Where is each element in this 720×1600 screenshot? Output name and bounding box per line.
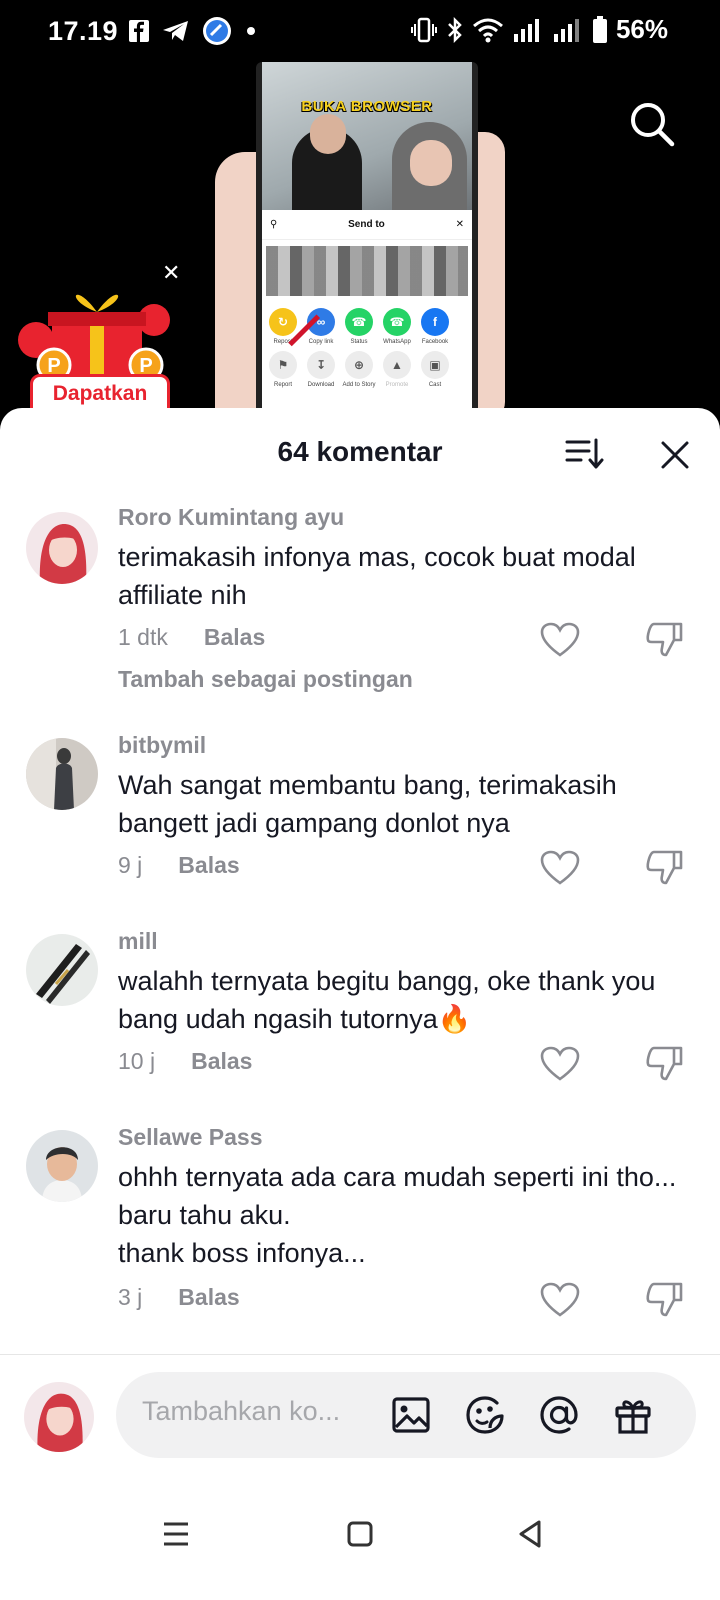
heart-icon[interactable] — [540, 850, 580, 886]
pixelated-contacts — [266, 246, 468, 296]
home-icon[interactable] — [342, 1516, 378, 1552]
comment-time: 9 j — [118, 852, 143, 878]
comment-time: 10 j — [118, 1048, 156, 1074]
comment-composer — [116, 1372, 696, 1458]
reply-button[interactable]: Balas — [204, 624, 265, 651]
video-player[interactable]: BUKA BROWSER ⚲ Send to ✕ ↻ Repost ∞ Copy l… — [0, 62, 720, 422]
sticker-icon[interactable] — [464, 1394, 506, 1436]
cast-icon: ▣ — [421, 351, 449, 379]
comment-username[interactable]: mill — [118, 928, 158, 955]
reply-button[interactable]: Balas — [191, 1048, 252, 1075]
status-bar: 17.19 56% — [0, 0, 720, 62]
status-time: 17.19 — [48, 16, 119, 46]
download-icon: ↧ — [307, 351, 335, 379]
back-icon[interactable] — [512, 1516, 548, 1552]
dislike-icon[interactable] — [644, 848, 684, 886]
signal-icon — [553, 18, 579, 42]
comments-sheet: 64 komentar Roro Kumintang ayu terimakas… — [0, 408, 720, 1600]
comment-time: 1 dtk — [118, 624, 168, 650]
reply-button[interactable]: Balas — [178, 852, 239, 879]
comment-count-title: 64 komentar — [277, 436, 443, 467]
my-avatar[interactable] — [24, 1382, 94, 1452]
facebook-icon: f — [421, 308, 449, 336]
facebook-icon — [129, 20, 149, 42]
telegram-icon — [163, 21, 188, 41]
comment-text: ohhh ternyata ada cara mudah seperti ini… — [118, 1162, 677, 1268]
comment-text: terimakasih infonya mas, cocok buat moda… — [118, 542, 636, 610]
close-icon[interactable] — [658, 438, 692, 472]
comment-input[interactable] — [142, 1396, 372, 1427]
comment-text: Wah sangat membantu bang, terimakasih ba… — [118, 770, 617, 838]
video-inner-title: BUKA BROWSER — [301, 98, 433, 115]
avatar[interactable] — [26, 934, 98, 1006]
sort-icon[interactable] — [564, 436, 604, 472]
share-sheet-preview: ⚲ Send to ✕ ↻ Repost ∞ Copy link ☎ Status ☎… — [262, 210, 472, 422]
vibrate-icon — [410, 17, 437, 42]
signal-icon — [513, 18, 539, 42]
heart-icon[interactable] — [540, 622, 580, 658]
divider — [0, 1354, 720, 1355]
comment-username[interactable]: Sellawe Pass — [118, 1124, 263, 1151]
recent-apps-icon[interactable] — [158, 1516, 194, 1552]
whatsapp-icon: ☎ — [383, 308, 411, 336]
app-icon — [203, 17, 231, 45]
mention-icon[interactable] — [538, 1394, 580, 1436]
bluetooth-icon — [448, 16, 462, 43]
avatar[interactable] — [26, 1130, 98, 1202]
flag-icon: ⚑ — [269, 351, 297, 379]
system-nav-bar — [0, 1496, 720, 1600]
image-icon[interactable] — [390, 1394, 432, 1436]
repost-icon: ↻ — [269, 308, 297, 336]
heart-icon[interactable] — [540, 1282, 580, 1318]
close-icon: ✕ — [455, 219, 464, 230]
gift-icon[interactable] — [612, 1394, 654, 1436]
comment-time: 3 j — [118, 1284, 143, 1310]
reply-button[interactable]: Balas — [178, 1284, 239, 1311]
comment-username[interactable]: Roro Kumintang ayu — [118, 504, 344, 531]
comment-username[interactable]: bitbymil — [118, 732, 206, 759]
phone-in-video: BUKA BROWSER ⚲ Send to ✕ ↻ Repost ∞ Copy l… — [256, 62, 478, 422]
avatar[interactable] — [26, 512, 98, 584]
wifi-icon — [472, 18, 503, 42]
dislike-icon[interactable] — [644, 1044, 684, 1082]
sheet-header: 64 komentar — [0, 408, 720, 504]
heart-icon[interactable] — [540, 1046, 580, 1082]
status-icon: ☎ — [345, 308, 373, 336]
comment-text: walahh ternyata begitu bangg, oke thank … — [118, 966, 656, 1034]
battery-icon — [592, 15, 607, 43]
share-sheet-title: Send to — [348, 219, 385, 230]
search-icon: ⚲ — [270, 219, 278, 230]
reward-promo[interactable]: P P Dapatkan Reward — [14, 280, 174, 422]
battery-percent: 56% — [615, 14, 668, 44]
add-story-icon: ⊕ — [345, 351, 373, 379]
dot-icon — [247, 27, 255, 35]
search-icon[interactable] — [628, 100, 676, 148]
promote-icon: ▲ — [383, 351, 411, 379]
dislike-icon[interactable] — [644, 620, 684, 658]
add-as-post-link[interactable]: Tambah sebagai postingan — [118, 666, 413, 693]
dislike-icon[interactable] — [644, 1280, 684, 1318]
avatar[interactable] — [26, 738, 98, 810]
